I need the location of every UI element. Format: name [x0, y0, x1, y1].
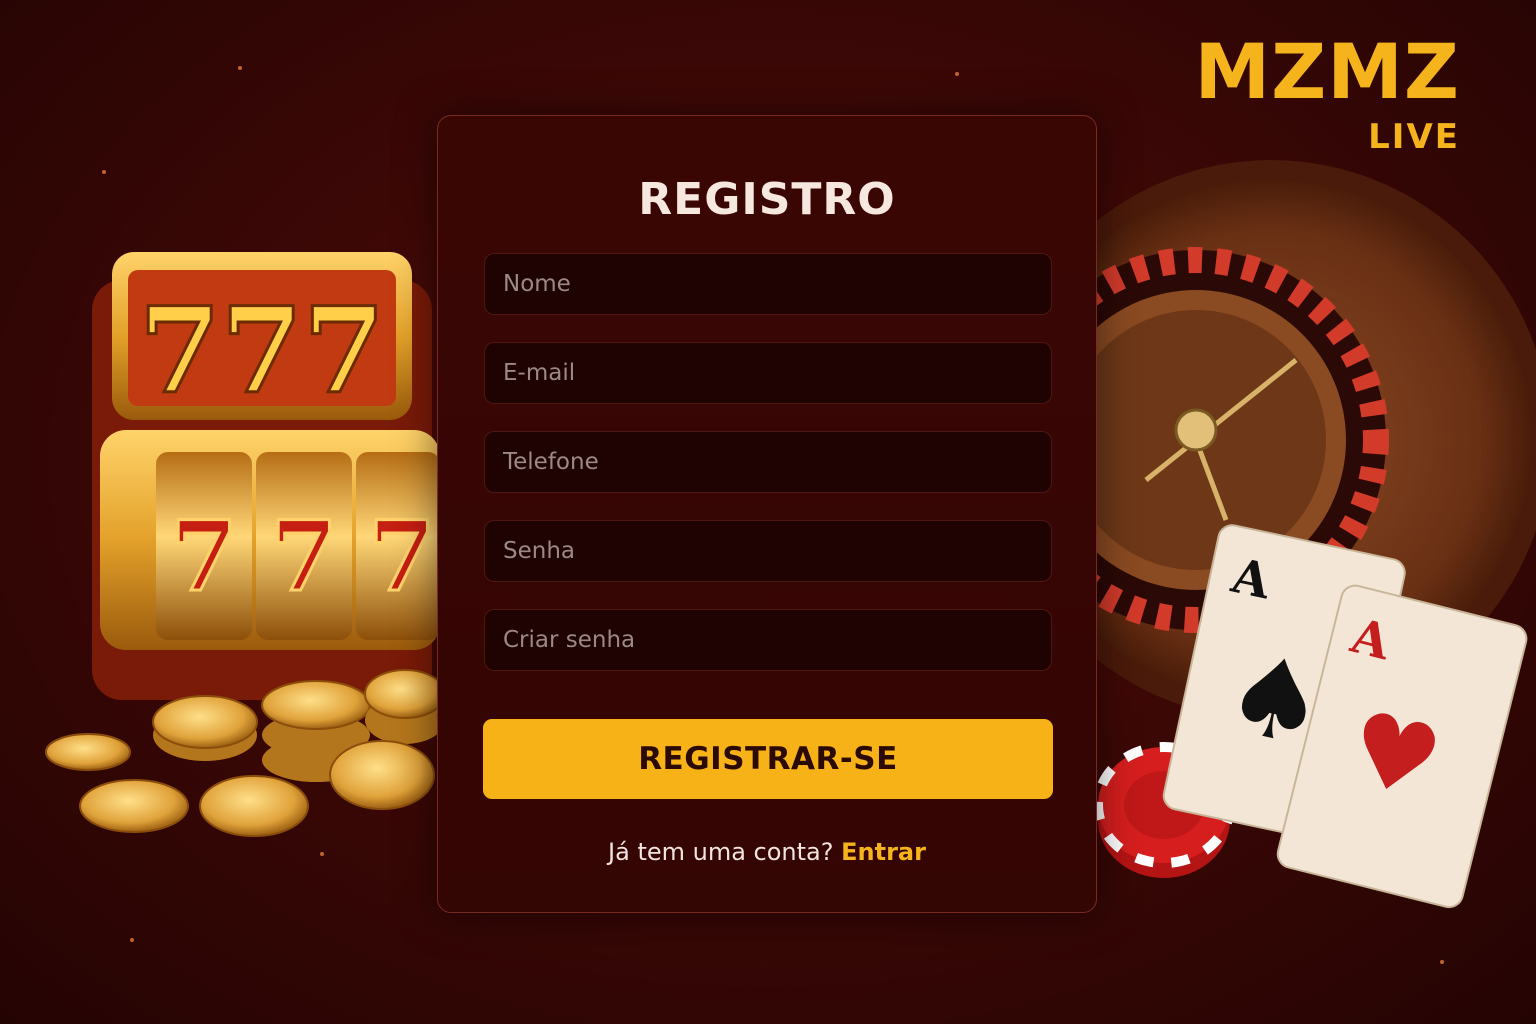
- top-sevens: 777: [139, 281, 385, 420]
- phone-field[interactable]: [484, 431, 1052, 493]
- casino-illustration: A ♠ A ♥: [1096, 160, 1536, 909]
- create-password-field[interactable]: [484, 609, 1052, 671]
- login-prompt-row: Já tem uma conta? Entrar: [438, 838, 1096, 866]
- slot-machine-illustration: 777 7 7 7: [45, 252, 440, 837]
- reel-symbol: 7: [271, 500, 338, 613]
- sparkle: [955, 72, 959, 76]
- email-field[interactable]: [484, 342, 1052, 404]
- reel-symbol: 7: [369, 500, 436, 613]
- name-field[interactable]: [484, 253, 1052, 315]
- register-button[interactable]: REGISTRAR-SE: [483, 719, 1053, 799]
- reel-symbol: 7: [171, 500, 238, 613]
- form-title: REGISTRO: [638, 174, 896, 225]
- login-prompt-text: Já tem uma conta?: [608, 838, 834, 866]
- password-field[interactable]: [484, 520, 1052, 582]
- login-link[interactable]: Entrar: [841, 838, 926, 866]
- registration-card: REGISTRO REGISTRAR-SE Já tem uma conta? …: [437, 115, 1097, 913]
